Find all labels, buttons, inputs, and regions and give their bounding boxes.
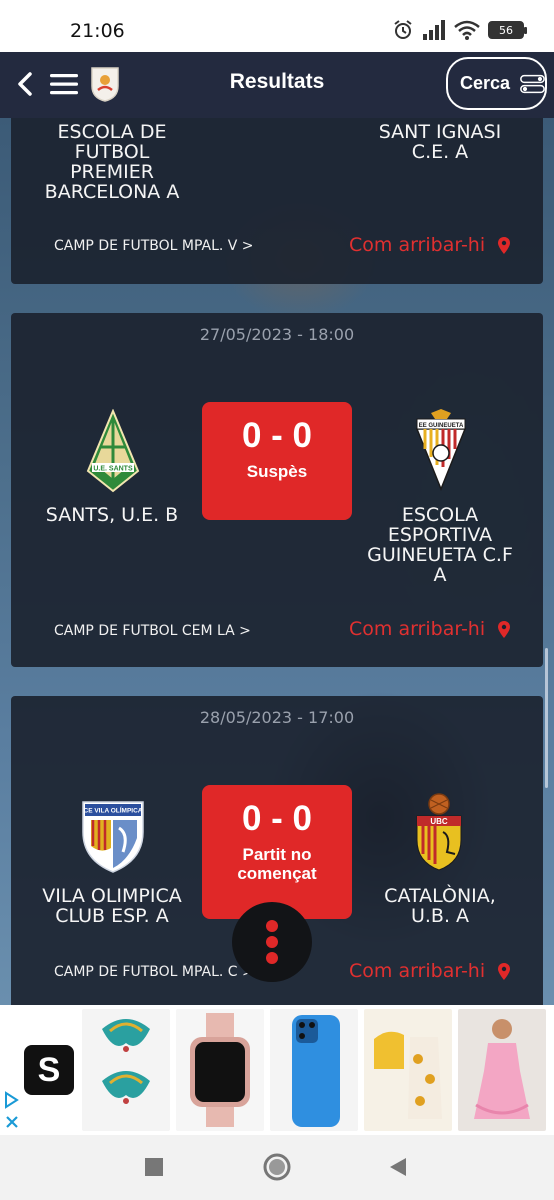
match-status: Suspès bbox=[246, 462, 308, 481]
directions-label: Com arribar-hi bbox=[349, 234, 486, 256]
venue-link[interactable]: CAMP DE FUTBOL CEM LA > bbox=[54, 623, 251, 639]
ad-product-baby-outfit[interactable] bbox=[364, 1009, 452, 1131]
location-pin-icon bbox=[498, 236, 511, 254]
directions-link[interactable]: Com arribar-hi bbox=[349, 960, 511, 982]
home-team-crest: U.E. SANTS bbox=[86, 409, 140, 493]
home-team-name: ESCOLA DE FUTBOL PREMIER BARCELONA A bbox=[44, 121, 180, 203]
dot-icon bbox=[266, 952, 278, 964]
ad-banner[interactable]: S bbox=[0, 1005, 554, 1135]
filter-toggle-icon bbox=[520, 74, 545, 93]
results-list[interactable]: ESCOLA DE FUTBOL PREMIER BARCELONA A SAN… bbox=[0, 118, 554, 1005]
match-date: 27/05/2023 - 18:00 bbox=[199, 325, 355, 344]
ad-product-phone-case[interactable] bbox=[270, 1009, 358, 1131]
directions-label: Com arribar-hi bbox=[349, 960, 486, 982]
home-crest-text: U.E. SANTS bbox=[93, 466, 133, 473]
search-button-label: Cerca bbox=[460, 73, 511, 93]
status-time: 21:06 bbox=[70, 20, 125, 42]
search-button[interactable]: Cerca bbox=[446, 57, 547, 110]
away-crest-text: EE GUINEUETA bbox=[419, 423, 464, 429]
more-options-fab[interactable] bbox=[232, 902, 312, 982]
away-team-name: CATALÒNIA, U.B. A bbox=[384, 885, 496, 927]
match-score: 0 - 0 bbox=[241, 799, 313, 838]
ad-choices-icon[interactable] bbox=[3, 1091, 21, 1131]
match-date: 28/05/2023 - 17:00 bbox=[199, 708, 355, 727]
directions-link[interactable]: Com arribar-hi bbox=[349, 234, 511, 256]
venue-link[interactable]: CAMP DE FUTBOL MPAL. C > bbox=[54, 964, 254, 980]
home-team-crest: CE VILA OLÍMPICA bbox=[82, 801, 144, 873]
home-crest-text: CE VILA OLÍMPICA bbox=[84, 806, 143, 815]
venue-link[interactable]: CAMP DE FUTBOL MPAL. V > bbox=[54, 238, 254, 254]
home-team-name: VILA OLIMPICA CLUB ESP. A bbox=[42, 885, 182, 927]
status-bar: 21:06 56 bbox=[0, 0, 554, 52]
score-box[interactable]: 0 - 0 Suspès bbox=[202, 402, 352, 520]
ad-product-dress[interactable] bbox=[458, 1009, 546, 1131]
location-pin-icon bbox=[498, 620, 511, 638]
home-team-name: SANTS, U.E. B bbox=[45, 504, 179, 526]
match-card[interactable]: ESCOLA DE FUTBOL PREMIER BARCELONA A SAN… bbox=[11, 118, 543, 284]
location-pin-icon bbox=[498, 962, 511, 980]
home-icon[interactable] bbox=[263, 1153, 291, 1181]
match-card[interactable]: 27/05/2023 - 18:00 U.E. SANTS SANTS, U.E… bbox=[11, 313, 543, 667]
ad-product-earrings[interactable] bbox=[82, 1009, 170, 1131]
battery-icon: 56 bbox=[488, 21, 527, 39]
system-nav-bar bbox=[0, 1135, 554, 1200]
away-team-name: SANT IGNASI C.E. A bbox=[378, 121, 502, 163]
wifi-icon bbox=[454, 20, 480, 40]
match-status: Partit no començat bbox=[237, 845, 317, 883]
alarm-icon bbox=[394, 20, 412, 39]
score-box[interactable]: 0 - 0 Partit no començat bbox=[202, 785, 352, 919]
back-nav-icon[interactable] bbox=[389, 1157, 407, 1177]
dot-icon bbox=[266, 936, 278, 948]
away-crest-text: UBC bbox=[430, 817, 448, 826]
directions-label: Com arribar-hi bbox=[349, 618, 486, 640]
ad-products bbox=[82, 1009, 546, 1131]
recent-apps-icon[interactable] bbox=[145, 1158, 163, 1176]
scrollbar[interactable] bbox=[545, 648, 548, 788]
ad-brand-logo[interactable]: S bbox=[24, 1045, 74, 1095]
away-team-crest: EE GUINEUETA bbox=[415, 409, 467, 491]
directions-link[interactable]: Com arribar-hi bbox=[349, 618, 511, 640]
away-team-crest: UBC bbox=[416, 793, 462, 871]
dot-icon bbox=[266, 920, 278, 932]
app-header: Resultats Cerca bbox=[0, 52, 554, 118]
away-team-name: ESCOLA ESPORTIVA GUINEUETA C.F A bbox=[367, 504, 513, 586]
signal-icon bbox=[423, 20, 445, 40]
ad-product-watch[interactable] bbox=[176, 1009, 264, 1131]
status-icons: 56 bbox=[392, 18, 527, 42]
match-score: 0 - 0 bbox=[241, 416, 313, 455]
